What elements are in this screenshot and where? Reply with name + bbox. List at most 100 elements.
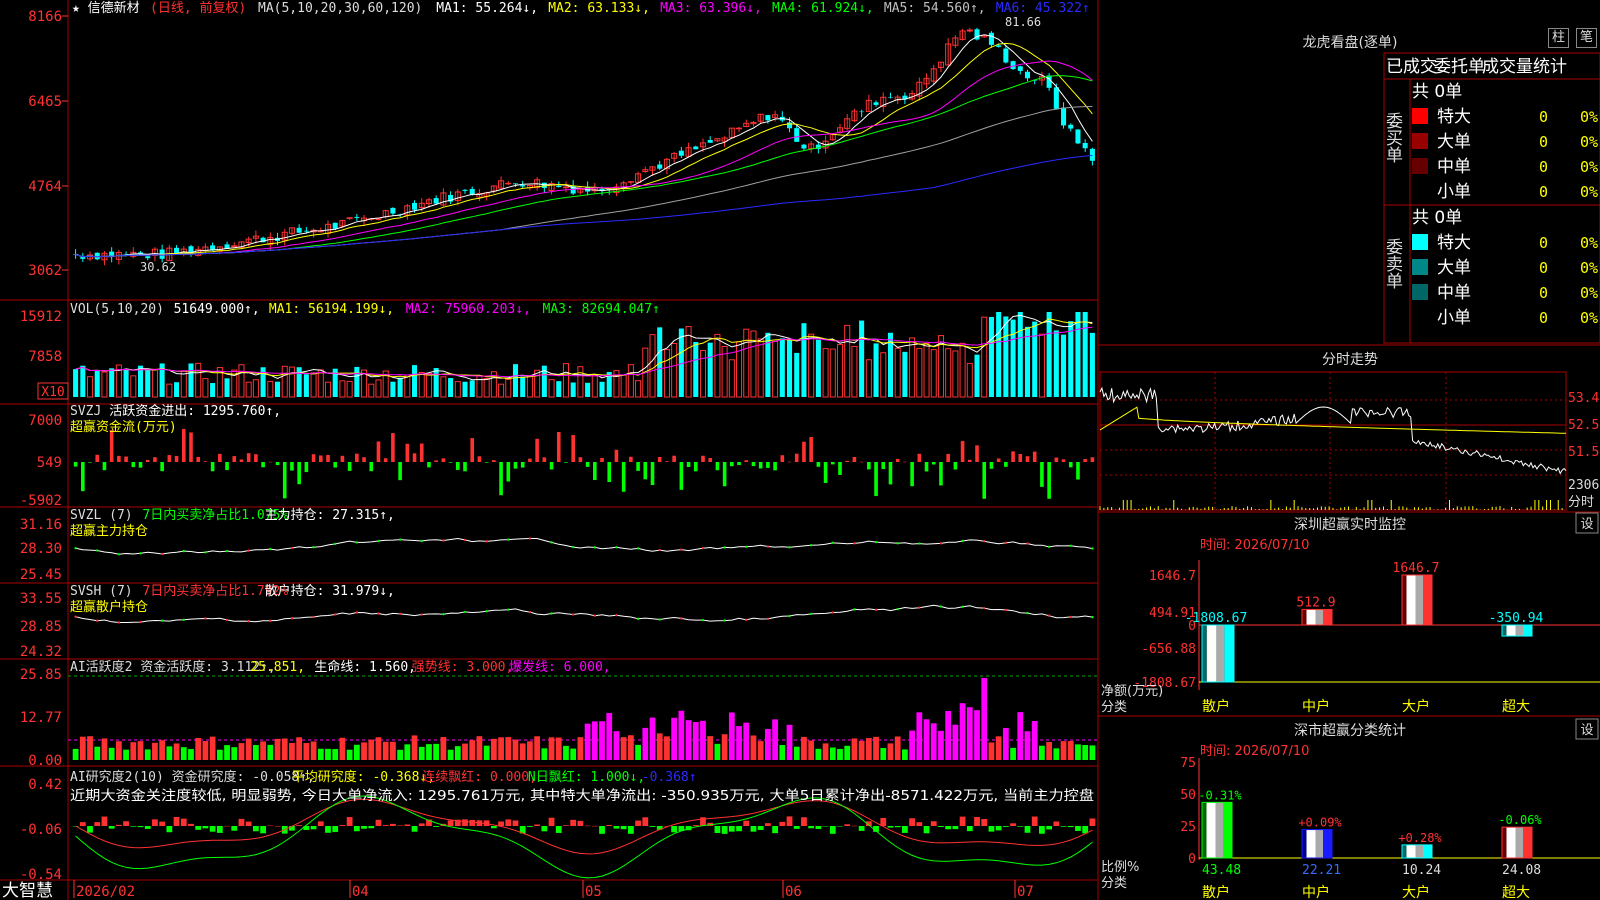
research-bar xyxy=(606,825,613,826)
activity-bar xyxy=(685,720,692,760)
volume-bar xyxy=(324,381,332,398)
fund-flow-bar xyxy=(124,456,128,462)
main-holding-line-dot xyxy=(74,547,77,550)
research-bar xyxy=(649,826,656,827)
fund-flow-bar xyxy=(802,441,806,462)
activity-bar xyxy=(613,731,620,760)
fund-flow-bar xyxy=(578,457,583,462)
research-bar xyxy=(505,819,512,826)
activity-bar xyxy=(152,742,158,760)
fund-flow-bar xyxy=(996,458,1001,462)
volume-bar xyxy=(288,366,295,398)
volume-bar xyxy=(627,364,634,398)
research-bar xyxy=(1089,818,1096,826)
intraday-axis-label: 52.50 xyxy=(1568,418,1600,433)
activity-bar xyxy=(563,745,569,760)
research-bar xyxy=(671,826,678,833)
research-bar xyxy=(368,826,375,829)
fund-flow-bar xyxy=(816,462,821,467)
volume-bar xyxy=(397,377,403,397)
activity-bar xyxy=(1024,731,1031,760)
fund-flow-bar xyxy=(852,456,857,462)
activity-bar xyxy=(728,712,735,760)
activity-bar xyxy=(757,741,764,760)
fund-flow-bar xyxy=(535,438,539,462)
candle-body xyxy=(505,182,512,185)
volume-bar xyxy=(599,381,605,397)
activity-bar xyxy=(498,737,504,760)
research-bar xyxy=(1017,826,1024,827)
tick-view-button[interactable]: 笔 xyxy=(1576,28,1598,48)
main-holding-line-dot xyxy=(831,541,834,545)
bar-view-button[interactable]: 柱 xyxy=(1548,28,1570,48)
activity-bar xyxy=(216,749,223,760)
research-bar xyxy=(642,817,649,826)
volume-bar xyxy=(483,377,490,398)
candle-body xyxy=(873,102,879,105)
research-bar xyxy=(620,826,627,830)
candle-body xyxy=(512,183,519,185)
activity-bar xyxy=(692,722,699,760)
fund-flow-bar xyxy=(225,462,229,471)
fund-flow-bar xyxy=(600,457,604,462)
research-bar xyxy=(541,826,548,832)
intraday-frame xyxy=(1099,371,1567,511)
fund-flow-bar xyxy=(607,462,612,482)
intraday-avg-line xyxy=(1099,406,1566,434)
activity-bar xyxy=(382,741,389,760)
candle-body xyxy=(887,97,894,98)
header-text: 散户持仓: 31.979↓, xyxy=(265,583,395,599)
header-text: N日飘红: 1.000↓, xyxy=(528,769,645,785)
retail-holding-line-dot xyxy=(788,614,791,618)
svzj-axis-label: 7000 xyxy=(28,413,62,429)
activity-bar xyxy=(902,749,908,760)
fund-flow-bar xyxy=(145,459,150,462)
price-axis-label: 3062 xyxy=(28,263,62,279)
volume-axis-label: 15912 xyxy=(20,309,62,325)
retail-holding-line-dot xyxy=(139,620,142,624)
retail-holding-line-dot xyxy=(723,619,726,622)
research-bar xyxy=(750,826,757,832)
main-holding-line-dot xyxy=(658,548,661,552)
retail-holding-line-dot xyxy=(225,618,229,622)
activity-bar xyxy=(923,719,930,760)
fund-flow-bar xyxy=(477,456,482,462)
main-holding-line-dot xyxy=(442,539,445,542)
header-text: MA3: 82694.047↑ xyxy=(543,302,660,317)
fund-flow-bar xyxy=(1032,451,1037,462)
fund-flow-bar xyxy=(982,462,987,499)
fund-flow-bar xyxy=(1068,462,1073,468)
svzj-subtitle: 超赢资金流(万元) xyxy=(70,419,177,435)
fund-flow-bar xyxy=(304,462,309,473)
activity-bar xyxy=(627,735,634,760)
monitor-axis-label: -656.88 xyxy=(1141,642,1196,657)
volume-bar xyxy=(880,352,887,398)
fund-flow-bar xyxy=(1018,454,1023,462)
ai-active-axis-label: 12.77 xyxy=(20,710,62,726)
date-axis-label: 07 xyxy=(1017,884,1034,900)
activity-bar xyxy=(224,745,230,760)
activity-bar xyxy=(303,743,310,760)
research-bar xyxy=(512,820,519,826)
retail-holding-line-dot xyxy=(983,606,986,610)
retail-holding-line-dot xyxy=(680,617,683,620)
candle-body xyxy=(801,144,807,149)
activity-bar xyxy=(793,746,800,760)
retail-holding-line-dot xyxy=(160,619,164,622)
volume-bar xyxy=(1032,321,1038,397)
price-axis-label: 6465 xyxy=(28,94,62,110)
fund-flow-bar xyxy=(95,454,100,462)
activity-bar xyxy=(952,724,959,760)
candle-body xyxy=(145,256,151,259)
candle-body xyxy=(317,230,324,233)
activity-bar xyxy=(108,747,115,760)
class-change-label: +0.28% xyxy=(1398,831,1442,845)
retail-holding-line-dot xyxy=(420,613,423,616)
candle-body xyxy=(1082,143,1088,149)
fund-flow-bar xyxy=(629,456,633,462)
volume-bar xyxy=(1024,326,1031,397)
research-bar xyxy=(822,826,829,827)
activity-bar xyxy=(454,746,461,760)
research-bar xyxy=(815,826,822,830)
fund-flow-bar xyxy=(1076,462,1080,480)
